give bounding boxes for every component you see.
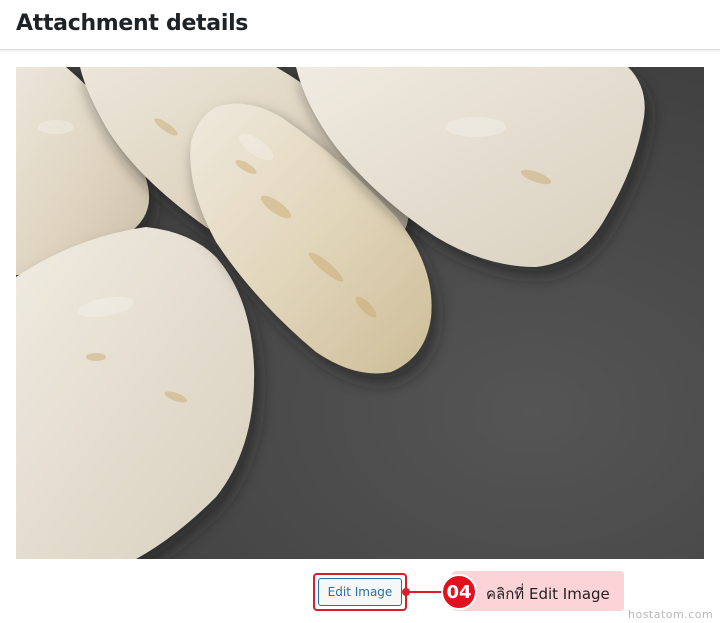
header-divider <box>0 50 720 53</box>
callout-connector-line <box>406 591 446 593</box>
modal-header: Attachment details <box>0 0 720 50</box>
step-instruction-text: คลิกที่ Edit Image <box>486 585 610 603</box>
stones-photo <box>16 67 704 559</box>
edit-image-highlight: Edit Image <box>313 573 407 611</box>
page-title: Attachment details <box>16 11 249 36</box>
callout-connector-dot <box>402 588 410 596</box>
watermark: hostatom.com <box>628 608 714 621</box>
edit-image-button[interactable]: Edit Image <box>318 578 402 606</box>
attachment-preview-image <box>16 67 704 559</box>
step-number-badge: 04 <box>441 574 477 610</box>
